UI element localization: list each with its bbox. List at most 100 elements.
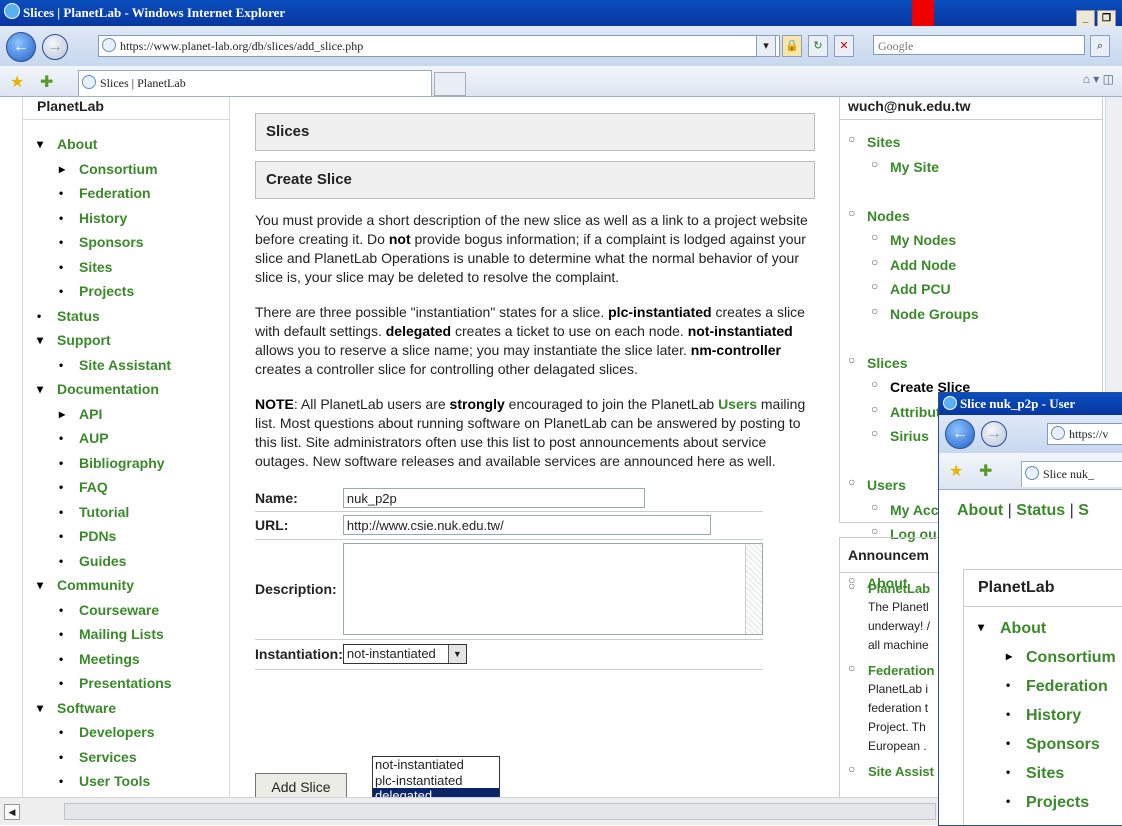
name-field[interactable]: nuk_p2p [342, 487, 645, 508]
popup-nav-s[interactable]: S [1078, 502, 1089, 519]
sidebar-item-history[interactable]: • History [23, 206, 229, 231]
right-item-node-groups[interactable]: ○ Node Groups [840, 302, 1102, 327]
search-icon[interactable]: ⌕ [1090, 35, 1110, 57]
sidebar-item-developers[interactable]: • Developers [23, 720, 229, 745]
page-favicon-icon [102, 38, 116, 52]
sidebar-item-api[interactable]: ▸ API [23, 402, 229, 427]
expanded-arrow-icon: ▾ [37, 137, 44, 151]
sidebar-item-user-tools[interactable]: • User Tools [23, 769, 229, 794]
menu-spacer [840, 179, 1102, 204]
users-link[interactable]: Users [718, 396, 757, 412]
bullet-icon: • [59, 504, 64, 519]
circle-bullet-icon: ○ [848, 352, 856, 367]
right-item-my-site[interactable]: ○ My Site [840, 155, 1102, 180]
scroll-thumb[interactable] [64, 803, 936, 820]
refresh-icon[interactable]: ↻ [808, 35, 828, 57]
popup-item-history[interactable]: • History [964, 702, 1122, 731]
forward-icon[interactable]: → [42, 34, 68, 60]
horizontal-scrollbar[interactable]: ◀ [0, 797, 940, 825]
instantiation-select[interactable]: not-instantiated ▼ [342, 644, 467, 664]
dropdown-option-plc-instantiated[interactable]: plc-instantiated [373, 773, 499, 789]
dropdown-option-delegated[interactable]: delegated [373, 788, 499, 797]
chevron-down-icon[interactable]: ▼ [447, 645, 466, 663]
note-paragraph: NOTE: All PlanetLab users are strongly e… [255, 396, 806, 469]
bullet-icon: • [59, 210, 64, 225]
popup-address-bar[interactable]: https://v [1047, 423, 1122, 445]
sidebar-item-meetings[interactable]: • Meetings [23, 647, 229, 672]
popup-nav-status[interactable]: Status [1016, 502, 1065, 519]
expanded-arrow-icon: ▾ [37, 382, 44, 396]
sidebar-item-services[interactable]: • Services [23, 745, 229, 770]
sidebar-item-status[interactable]: • Status [23, 304, 229, 329]
popup-title: Slice nuk_p2p - User [960, 396, 1076, 411]
circle-bullet-icon: ○ [871, 426, 879, 440]
sidebar-item-about[interactable]: ▾ About [23, 132, 229, 157]
right-item-nodes[interactable]: ○ Nodes [840, 204, 1102, 229]
popup-item-federation[interactable]: • Federation [964, 673, 1122, 702]
sidebar-item-documentation[interactable]: ▾ Documentation [23, 377, 229, 402]
ie-logo-icon [4, 3, 20, 19]
lock-icon[interactable]: 🔒 [782, 35, 802, 57]
sidebar-item-aup[interactable]: • AUP [23, 426, 229, 451]
popup-tab[interactable]: Slice nuk_ [1021, 461, 1122, 487]
menu-spacer [840, 326, 1102, 351]
circle-bullet-icon: ○ [871, 499, 879, 514]
sidebar-item-software[interactable]: ▾ Software [23, 696, 229, 721]
collapsed-arrow-icon: ▸ [59, 161, 66, 176]
sidebar-item-support[interactable]: ▾ Support [23, 328, 229, 353]
sidebar-item-courseware[interactable]: • Courseware [23, 598, 229, 623]
sidebar-item-tutorial[interactable]: • Tutorial [23, 500, 229, 525]
popup-window[interactable]: Slice nuk_p2p - User ← → https://v ★ ✚ S… [938, 392, 1122, 826]
sidebar-item-guides[interactable]: • Guides [23, 549, 229, 574]
sidebar-item-projects[interactable]: • Projects [23, 279, 229, 304]
tab-slices[interactable]: Slices | PlanetLab [78, 70, 432, 96]
popup-favorites-icon[interactable]: ★ [949, 461, 963, 481]
stop-icon[interactable]: ✕ [834, 35, 854, 57]
popup-item-sponsors[interactable]: • Sponsors [964, 731, 1122, 760]
back-icon[interactable]: ← [6, 32, 36, 62]
sidebar-item-sponsors[interactable]: • Sponsors [23, 230, 229, 255]
sidebar-item-mailing-lists[interactable]: • Mailing Lists [23, 622, 229, 647]
favorites-star-icon[interactable]: ★ [10, 72, 24, 92]
sidebar-item-community[interactable]: ▾ Community [23, 573, 229, 598]
sidebar-item-faq[interactable]: • FAQ [23, 475, 229, 500]
sidebar-item-pdns[interactable]: • PDNs [23, 524, 229, 549]
scroll-left-icon[interactable]: ◀ [4, 804, 20, 820]
description-textarea[interactable] [342, 543, 763, 635]
popup-item-projects[interactable]: • Projects [964, 789, 1122, 818]
address-dropdown-icon[interactable]: ▾ [756, 35, 776, 57]
popup-back-icon[interactable]: ← [945, 419, 975, 449]
sidebar-item-bibliography[interactable]: • Bibliography [23, 451, 229, 476]
right-item-slices[interactable]: ○ Slices [840, 351, 1102, 376]
add-slice-button[interactable]: Add Slice [255, 773, 347, 797]
sidebar-item-presentations[interactable]: • Presentations [23, 671, 229, 696]
dropdown-option-not-instantiated[interactable]: not-instantiated [373, 757, 499, 773]
bullet-icon: • [59, 455, 64, 470]
address-bar[interactable]: https://www.planet-lab.org/db/slices/add… [98, 35, 780, 57]
home-feeds-icon[interactable]: ⌂ ▾ ◫ [1083, 72, 1114, 86]
popup-sidebar-heading: PlanetLab [964, 569, 1122, 607]
circle-bullet-icon: ○ [871, 303, 879, 318]
search-input[interactable]: Google [873, 35, 1085, 55]
popup-nav-about[interactable]: About [957, 502, 1003, 519]
new-tab-button[interactable] [434, 72, 466, 96]
popup-bullet-icon: • [1006, 765, 1011, 779]
sidebar-item-consortium[interactable]: ▸ Consortium [23, 157, 229, 182]
create-slice-heading: Create Slice [255, 161, 815, 199]
popup-forward-icon[interactable]: → [981, 421, 1007, 447]
popup-item-sites[interactable]: • Sites [964, 760, 1122, 789]
url-field[interactable]: http://www.csie.nuk.edu.tw/ [342, 515, 711, 535]
sidebar-item-sites[interactable]: • Sites [23, 255, 229, 280]
popup-add-favorite-icon[interactable]: ✚ [979, 461, 992, 481]
popup-item-about[interactable]: ▾ About [964, 615, 1122, 644]
right-item-my-nodes[interactable]: ○ My Nodes [840, 228, 1102, 253]
add-favorite-icon[interactable]: ✚ [40, 72, 53, 92]
popup-item-consortium[interactable]: ▸ Consortium [964, 644, 1122, 673]
expanded-arrow-icon: ▾ [37, 578, 44, 592]
sidebar-item-federation[interactable]: • Federation [23, 181, 229, 206]
sidebar-item-site-assistant[interactable]: • Site Assistant [23, 353, 229, 378]
right-item-add-pcu[interactable]: ○ Add PCU [840, 277, 1102, 302]
right-item-add-node[interactable]: ○ Add Node [840, 253, 1102, 278]
right-item-sites[interactable]: ○ Sites [840, 130, 1102, 155]
textarea-scrollbar[interactable] [744, 544, 762, 634]
